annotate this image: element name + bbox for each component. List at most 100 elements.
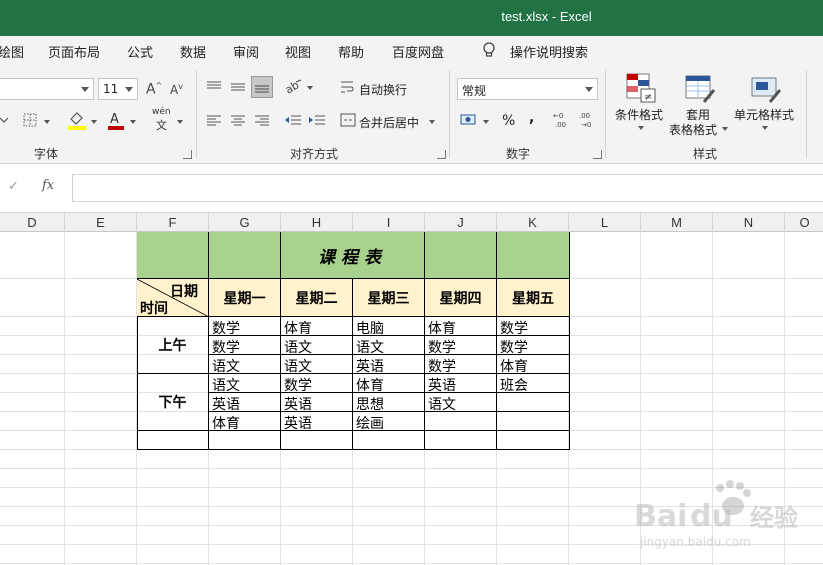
chevron-down-icon[interactable] xyxy=(130,120,136,124)
decrease-decimal-icon[interactable]: .00→0 xyxy=(578,110,598,130)
column-header-l[interactable]: L xyxy=(569,213,641,232)
course-cell[interactable]: 英语 xyxy=(281,393,353,412)
wrap-text-button[interactable]: 自动换行 xyxy=(359,81,407,98)
chevron-down-icon[interactable] xyxy=(429,120,435,124)
align-middle-icon[interactable] xyxy=(230,80,246,94)
font-color-icon[interactable]: A xyxy=(106,110,126,130)
tab-baidu-netdisk[interactable]: 百度网盘 xyxy=(392,42,444,61)
wrap-text-icon[interactable] xyxy=(340,79,354,95)
tab-draw[interactable]: 绘图 xyxy=(0,42,24,61)
format-as-table-icon[interactable] xyxy=(684,72,716,104)
course-cell[interactable]: 英语 xyxy=(281,412,353,431)
course-cell[interactable]: 体育 xyxy=(425,317,497,336)
sheet-title-cell[interactable]: 课程表 xyxy=(281,232,425,279)
course-cell[interactable]: 英语 xyxy=(353,355,425,374)
course-cell[interactable]: 绘画 xyxy=(353,412,425,431)
align-right-icon[interactable] xyxy=(254,114,270,128)
course-cell[interactable] xyxy=(497,412,570,431)
column-header-k[interactable]: K xyxy=(497,213,569,232)
day-header-cell[interactable]: 星期一 xyxy=(209,279,281,317)
column-header-m[interactable]: M xyxy=(641,213,713,232)
lightbulb-icon[interactable] xyxy=(480,41,498,59)
cell-styles-icon[interactable] xyxy=(750,72,782,104)
tab-data[interactable]: 数据 xyxy=(180,42,206,61)
period-morning-cell[interactable]: 上午 xyxy=(137,317,209,374)
course-cell[interactable]: 语文 xyxy=(209,355,281,374)
column-header-j[interactable]: J xyxy=(425,213,497,232)
title-cell-j[interactable] xyxy=(425,232,497,279)
grow-font-icon[interactable]: A^ xyxy=(146,82,162,97)
conditional-formatting-icon[interactable]: ≠ xyxy=(625,72,657,104)
empty-cell[interactable] xyxy=(353,431,425,450)
tab-help[interactable]: 帮助 xyxy=(338,42,364,61)
insert-function-icon[interactable]: fx xyxy=(42,178,54,193)
tell-me-search[interactable]: 操作说明搜索 xyxy=(510,42,588,61)
formula-input[interactable] xyxy=(72,174,823,202)
increase-decimal-icon[interactable]: ←0.00 xyxy=(552,110,572,130)
tab-page-layout[interactable]: 页面布局 xyxy=(48,42,100,61)
period-afternoon-cell[interactable]: 下午 xyxy=(137,374,209,431)
column-header-e[interactable]: E xyxy=(65,213,137,232)
fill-color-icon[interactable] xyxy=(66,110,88,130)
course-cell[interactable]: 语文 xyxy=(281,355,353,374)
empty-cell[interactable] xyxy=(209,431,281,450)
font-size-dropdown[interactable]: 11 xyxy=(98,78,138,100)
shrink-font-icon[interactable]: Av xyxy=(170,83,183,97)
day-header-cell[interactable]: 星期二 xyxy=(281,279,353,317)
empty-cell[interactable] xyxy=(281,431,353,450)
merge-center-icon[interactable] xyxy=(340,112,356,128)
course-cell[interactable]: 数学 xyxy=(425,336,497,355)
empty-cell[interactable] xyxy=(425,431,497,450)
phonetic-bottom[interactable]: 文 xyxy=(156,117,167,133)
orientation-icon[interactable]: ab xyxy=(284,78,304,96)
alignment-dialog-launcher[interactable] xyxy=(437,150,446,159)
empty-cell[interactable] xyxy=(497,431,570,450)
tab-formulas[interactable]: 公式 xyxy=(127,42,153,61)
course-cell[interactable]: 体育 xyxy=(497,355,570,374)
course-cell[interactable]: 思想 xyxy=(353,393,425,412)
course-cell[interactable]: 班会 xyxy=(497,374,570,393)
course-cell[interactable]: 英语 xyxy=(209,393,281,412)
phonetic-top[interactable]: wén xyxy=(152,107,171,117)
course-cell[interactable]: 体育 xyxy=(353,374,425,393)
percent-button[interactable]: % xyxy=(502,113,515,129)
increase-indent-icon[interactable] xyxy=(308,114,326,128)
chevron-down-icon[interactable] xyxy=(0,112,10,126)
column-header-o[interactable]: O xyxy=(785,213,823,232)
number-format-dropdown[interactable]: 常规 xyxy=(457,78,598,100)
align-top-icon[interactable] xyxy=(206,80,222,94)
chevron-down-icon[interactable] xyxy=(177,120,183,124)
column-header-f[interactable]: F xyxy=(137,213,209,232)
column-header-g[interactable]: G xyxy=(209,213,281,232)
title-cell-k[interactable] xyxy=(497,232,570,279)
course-cell[interactable]: 语文 xyxy=(209,374,281,393)
course-cell[interactable] xyxy=(497,393,570,412)
title-cell-g[interactable] xyxy=(209,232,281,279)
chevron-down-icon[interactable] xyxy=(722,127,728,131)
corner-header-cell[interactable]: 日期 时间 xyxy=(137,279,209,317)
day-header-cell[interactable]: 星期四 xyxy=(425,279,497,317)
course-cell[interactable]: 语文 xyxy=(281,336,353,355)
course-cell[interactable]: 体育 xyxy=(209,412,281,431)
course-cell[interactable]: 语文 xyxy=(353,336,425,355)
align-center-icon[interactable] xyxy=(230,114,246,128)
cell-styles-button[interactable]: 单元格样式 xyxy=(734,106,794,123)
day-header-cell[interactable]: 星期五 xyxy=(497,279,570,317)
align-left-icon[interactable] xyxy=(206,114,222,128)
course-cell[interactable]: 数学 xyxy=(209,317,281,336)
chevron-down-icon[interactable] xyxy=(638,126,644,130)
course-cell[interactable]: 数学 xyxy=(209,336,281,355)
enter-check-icon[interactable]: ✓ xyxy=(8,179,19,194)
chevron-down-icon[interactable] xyxy=(307,86,313,90)
borders-icon[interactable] xyxy=(22,112,38,128)
align-bottom-button[interactable] xyxy=(251,76,273,98)
chevron-down-icon[interactable] xyxy=(483,120,489,124)
column-header-h[interactable]: H xyxy=(281,213,353,232)
course-cell[interactable]: 数学 xyxy=(497,336,570,355)
tab-review[interactable]: 审阅 xyxy=(233,42,259,61)
chevron-down-icon[interactable] xyxy=(44,120,50,124)
empty-cell[interactable] xyxy=(137,431,209,450)
number-dialog-launcher[interactable] xyxy=(593,150,602,159)
course-cell[interactable]: 体育 xyxy=(281,317,353,336)
merge-center-button[interactable]: 合并后居中 xyxy=(359,114,419,131)
